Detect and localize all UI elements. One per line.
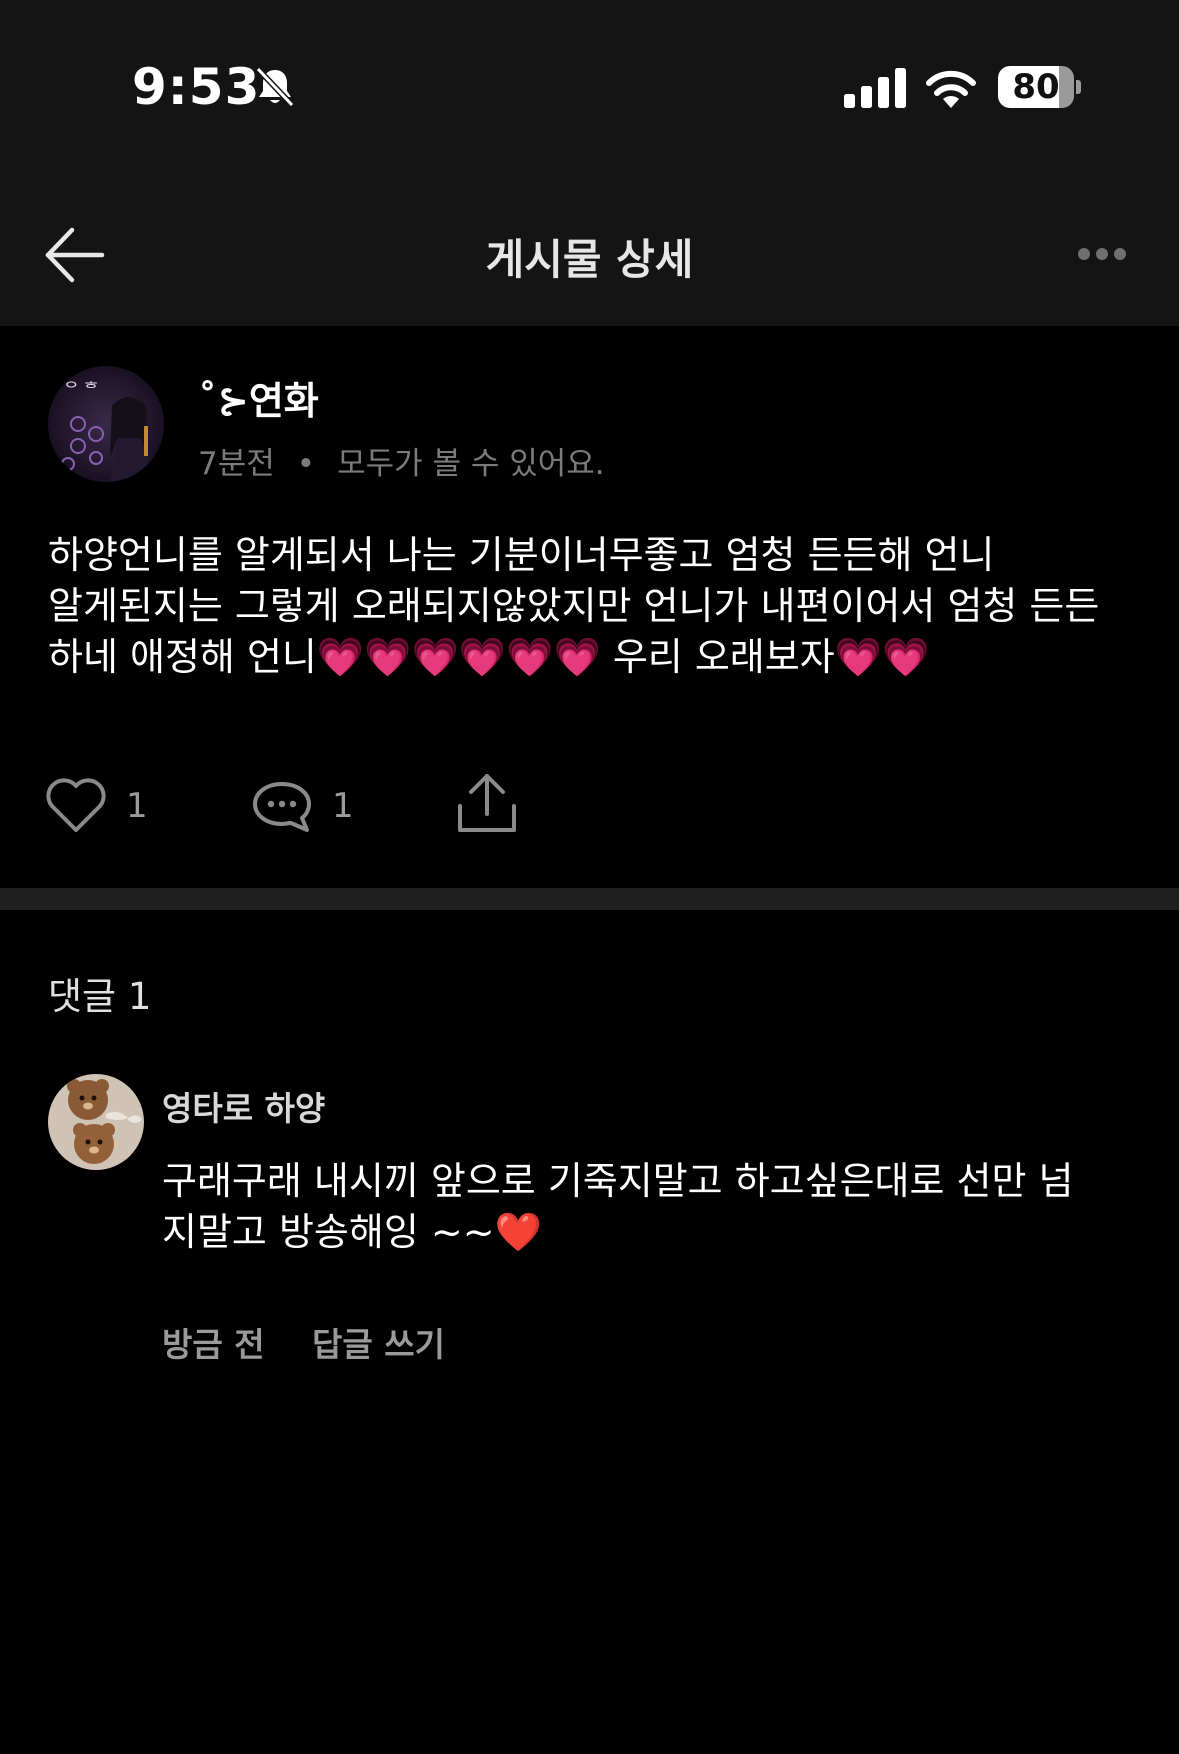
nav-header: 게시물 상세	[0, 180, 1179, 326]
battery-percent: 80	[1012, 67, 1060, 107]
commenter-name[interactable]: 영타로 하양	[162, 1082, 325, 1130]
signal-icon	[844, 68, 906, 108]
share-icon[interactable]	[456, 770, 518, 836]
comment-time: 방금 전	[162, 1325, 265, 1364]
post-body: 하양언니를 알게되서 나는 기분이너무좋고 엄청 든든해 언니 알게된지는 그렇…	[48, 533, 1100, 679]
comments-heading: 댓글 1	[48, 975, 152, 1018]
reply-button[interactable]: 답글 쓰기	[312, 1318, 445, 1366]
like-button[interactable]: 1	[44, 774, 154, 838]
battery-icon: 80	[998, 66, 1081, 108]
svg-text:ᄋ ᄒ: ᄋ ᄒ	[64, 379, 99, 398]
author-avatar[interactable]: ᄋ ᄒ	[48, 366, 164, 482]
avatar-image: ᄋ ᄒ	[48, 366, 164, 482]
status-bar: 9:53 80	[0, 0, 1179, 180]
post-meta: 7분전 • 모두가 볼 수 있어요.	[198, 438, 605, 483]
like-count: 1	[126, 786, 148, 826]
comment-count: 1	[332, 786, 354, 826]
bell-slash-icon	[255, 66, 295, 108]
page-title: 게시물 상세	[485, 235, 694, 284]
wifi-icon	[926, 70, 976, 108]
status-time: 9:53	[132, 58, 261, 116]
meta-separator: •	[296, 446, 316, 482]
comment-button[interactable]: 1	[250, 774, 360, 838]
commenter-avatar[interactable]	[48, 1074, 144, 1170]
avatar-image	[48, 1074, 144, 1170]
heart-icon	[46, 778, 106, 832]
post-time: 7분전	[198, 446, 275, 482]
post-actions: 1 1	[0, 766, 1179, 846]
comment-icon	[253, 782, 311, 832]
more-icon[interactable]	[1070, 234, 1134, 274]
post-visibility: 모두가 볼 수 있어요.	[337, 446, 605, 482]
post-detail-screen: 9:53 80 게시물 상세 ᄋ ᄒ ˚⊱연화 7분전 • 모두가 볼 수 있어…	[0, 0, 1179, 1754]
comment-text: 구래구래 내시끼 앞으로 기죽지말고 하고싶은대로 선만 넘 지말고 방송해잉 …	[162, 1159, 1074, 1254]
author-name[interactable]: ˚⊱연화	[198, 370, 319, 425]
section-divider	[0, 888, 1179, 910]
